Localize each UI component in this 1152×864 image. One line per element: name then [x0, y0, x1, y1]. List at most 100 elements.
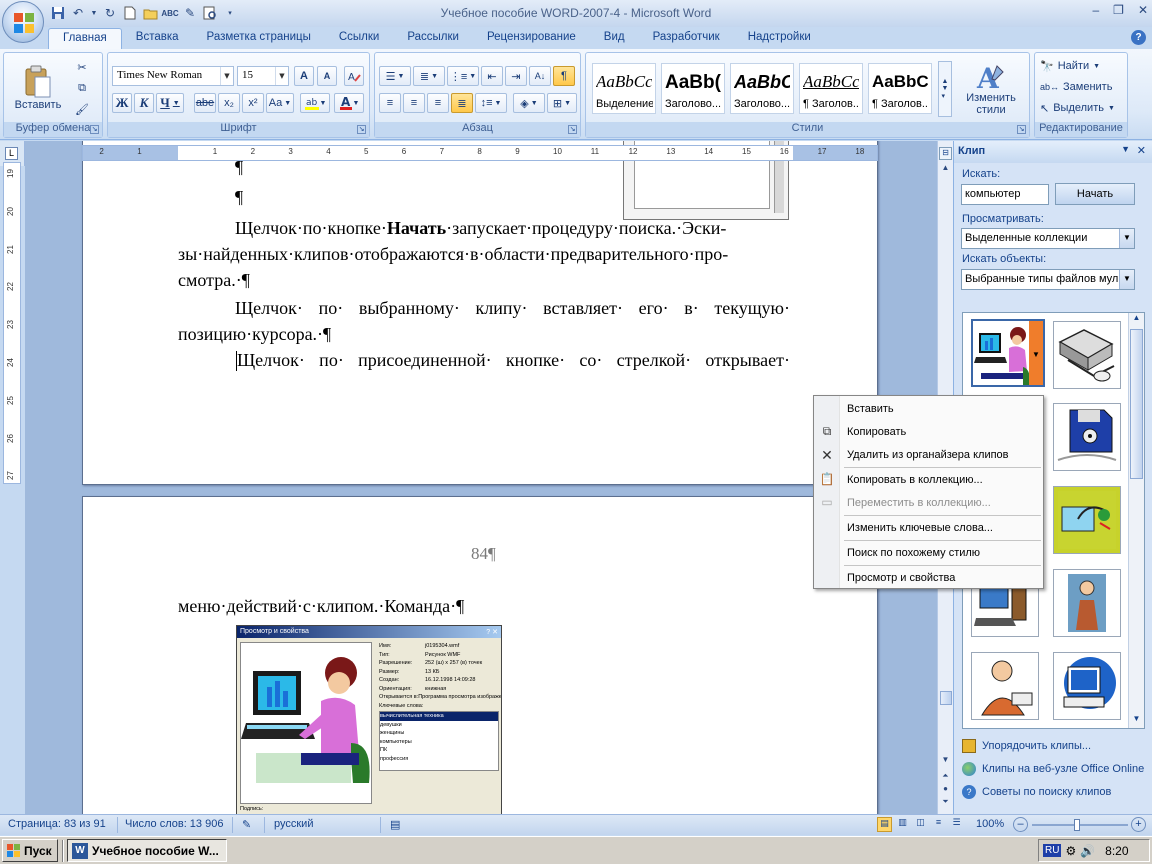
search-input[interactable]: компьютер [961, 184, 1049, 205]
office-online-link[interactable]: Клипы на веб-узле Office Online [962, 762, 1144, 776]
tray-icon[interactable]: ⚙ [1065, 844, 1076, 858]
font-name-combo[interactable]: Times New Roman ▼ [112, 66, 234, 86]
tab-references[interactable]: Ссылки [325, 28, 394, 50]
help-icon[interactable]: ? [1131, 30, 1146, 45]
find-button[interactable]: 🔭 Найти ▼ [1039, 56, 1123, 76]
change-case-button[interactable]: Aa ▼ [266, 93, 294, 113]
replace-button[interactable]: ab↔ Заменить [1039, 77, 1123, 97]
style-tile-heading3[interactable]: AaBbCc ¶ Заголов... [799, 63, 863, 114]
scroll-thumb[interactable] [1130, 329, 1143, 479]
scroll-down-icon[interactable]: ▼ [1129, 714, 1144, 728]
shading-button[interactable]: ◈ ▼ [513, 93, 545, 113]
multilevel-list-button[interactable]: ⋮≡ ▼ [447, 66, 479, 86]
page-count-status[interactable]: Страница: 83 из 91 [8, 818, 106, 830]
search-tips-link[interactable]: ? Советы по поиску клипов [962, 785, 1111, 799]
align-center-button[interactable]: ≡ [403, 93, 425, 113]
tab-addins[interactable]: Надстройки [734, 28, 825, 50]
draft-view-icon[interactable]: ☰ [949, 817, 964, 832]
tab-developer[interactable]: Разработчик [639, 28, 734, 50]
line-spacing-button[interactable]: ↕≡ ▼ [475, 93, 507, 113]
change-styles-button[interactable]: A Изменить стили [958, 56, 1024, 122]
bold-button[interactable]: Ж [112, 93, 132, 113]
show-formatting-button[interactable]: ¶ [553, 66, 575, 86]
copy-icon[interactable]: ⧉ [72, 78, 92, 98]
maximize-icon[interactable]: ❐ [1113, 3, 1124, 17]
properties-dialog-image[interactable]: Просмотр и свойства ? ✕ Имя: j0195304.wm… [236, 625, 502, 814]
chevron-down-icon[interactable]: ▼ [1119, 229, 1134, 248]
previous-page-icon[interactable]: ⏶ [939, 771, 952, 783]
justify-button[interactable]: ≣ [451, 93, 473, 113]
menu-item-copy[interactable]: ⧉ Копировать [814, 421, 1043, 443]
cut-icon[interactable]: ✂ [72, 57, 92, 77]
close-icon[interactable]: ✕ [1138, 3, 1148, 17]
zoom-in-icon[interactable]: + [1131, 817, 1146, 832]
shrink-font-button[interactable]: A [317, 66, 337, 86]
outline-view-icon[interactable]: ≡ [931, 817, 946, 832]
numbering-button[interactable]: ≣ ▼ [413, 66, 445, 86]
vertical-ruler[interactable]: 19 20 21 22 23 24 25 26 27 [3, 162, 21, 484]
font-color-button[interactable]: A ▼ [334, 93, 364, 113]
office-button[interactable] [2, 1, 44, 43]
clip-woman-computer[interactable]: ▼ [971, 319, 1045, 387]
word-count-status[interactable]: Число слов: 13 906 [125, 818, 223, 830]
styles-scroll-button[interactable]: ▲ ▼ ▾ [938, 61, 952, 117]
scroll-down-icon[interactable]: ▼ [939, 755, 952, 769]
page-83[interactable]: ¶ ¶ Щелчок·по·кнопке·Начать·запускает·пр… [82, 141, 878, 485]
clear-formatting-button[interactable]: A [344, 66, 364, 86]
menu-item-copy-to-collection[interactable]: 📋 Копировать в коллекцию... [814, 469, 1043, 491]
superscript-button[interactable]: x² [242, 93, 264, 113]
organize-clips-link[interactable]: Упорядочить клипы... [962, 739, 1091, 753]
paste-button[interactable]: Вставить [12, 55, 64, 121]
taskbar-word-window[interactable]: W Учебное пособие W... [67, 839, 227, 862]
clip-floppy-disk[interactable] [1053, 403, 1121, 471]
style-tile-heading2[interactable]: AaBbC Заголово... [730, 63, 794, 114]
zoom-slider-thumb[interactable] [1074, 819, 1080, 831]
macro-record-icon[interactable]: ▤ [390, 818, 400, 831]
browse-object-icon[interactable]: ● [939, 784, 952, 796]
task-pane-options-icon[interactable]: ▼ [1121, 144, 1130, 154]
clip-computer-mouse[interactable] [1053, 321, 1121, 389]
media-types-select[interactable]: Выбранные типы файлов муль ▼ [961, 269, 1135, 290]
style-tile-emphasis[interactable]: AaBbCc Выделение [592, 63, 656, 114]
highlight-button[interactable]: ab ▼ [300, 93, 330, 113]
increase-indent-button[interactable]: ⇥ [505, 66, 527, 86]
menu-item-find-similar[interactable]: Поиск по похожему стилю [814, 542, 1043, 564]
scroll-thumb[interactable] [940, 691, 952, 705]
menu-item-preview-properties[interactable]: Просмотр и свойства [814, 567, 1043, 589]
scroll-up-icon[interactable]: ▲ [1129, 313, 1144, 327]
clip-worker[interactable] [1053, 569, 1121, 637]
tab-home[interactable]: Главная [48, 28, 122, 50]
clip-network[interactable] [1053, 486, 1121, 554]
align-left-button[interactable]: ≡ [379, 93, 401, 113]
ruler-toggle-icon[interactable]: ⊟ [939, 147, 952, 160]
full-screen-view-icon[interactable]: ▥ [895, 817, 910, 832]
volume-icon[interactable]: 🔊 [1080, 844, 1095, 858]
menu-item-insert[interactable]: Вставить [814, 398, 1043, 420]
italic-button[interactable]: К [134, 93, 154, 113]
style-tile-heading4[interactable]: AaBbC ¶ Заголов... [868, 63, 932, 114]
sort-button[interactable]: A↓ [529, 66, 551, 86]
zoom-slider[interactable] [1032, 824, 1128, 826]
clip-businessman[interactable] [971, 652, 1039, 720]
menu-item-edit-keywords[interactable]: Изменить ключевые слова... [814, 517, 1043, 539]
tab-insert[interactable]: Вставка [122, 28, 193, 50]
clipboard-launcher-icon[interactable]: ↘ [90, 125, 99, 134]
bullets-button[interactable]: ☰ ▼ [379, 66, 411, 86]
strikethrough-button[interactable]: abe [194, 93, 216, 113]
next-page-icon[interactable]: ⏷ [939, 797, 952, 809]
proofing-icon[interactable]: ✎ [242, 818, 251, 831]
decrease-indent-button[interactable]: ⇤ [481, 66, 503, 86]
document-area[interactable]: ¶ ¶ Щелчок·по·кнопке·Начать·запускает·пр… [25, 141, 937, 814]
go-button[interactable]: Начать [1055, 183, 1135, 205]
styles-launcher-icon[interactable]: ↘ [1017, 125, 1026, 134]
font-size-combo[interactable]: 15 ▼ [237, 66, 289, 86]
clip-dropdown-button[interactable]: ▼ [1029, 321, 1043, 385]
tab-mailings[interactable]: Рассылки [393, 28, 473, 50]
chevron-down-icon[interactable]: ▼ [220, 67, 233, 85]
tab-view[interactable]: Вид [590, 28, 639, 50]
chevron-down-icon[interactable]: ▼ [1119, 270, 1134, 289]
paragraph-launcher-icon[interactable]: ↘ [568, 125, 577, 134]
underline-button[interactable]: Ч ▼ [156, 93, 184, 113]
tab-selector-icon[interactable]: L [5, 147, 18, 160]
results-scrollbar[interactable]: ▲ ▼ [1128, 313, 1144, 728]
